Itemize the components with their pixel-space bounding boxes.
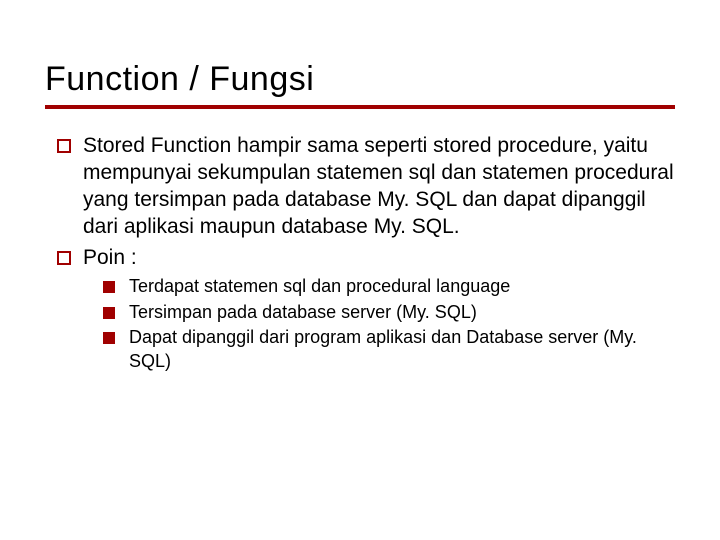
bullet-level2: Dapat dipanggil dari program aplikasi da… [103, 326, 675, 373]
sub-bullet-text: Terdapat statemen sql dan procedural lan… [129, 275, 675, 298]
sub-bullet-group: Terdapat statemen sql dan procedural lan… [57, 275, 675, 373]
sub-bullet-text: Dapat dipanggil dari program aplikasi da… [129, 326, 675, 373]
bullet-text: Stored Function hampir sama seperti stor… [83, 133, 675, 241]
filled-square-bullet-icon [103, 281, 115, 293]
bullet-level1: Stored Function hampir sama seperti stor… [57, 133, 675, 241]
bullet-level1: Poin : [57, 245, 675, 272]
bullet-level2: Tersimpan pada database server (My. SQL) [103, 301, 675, 324]
bullet-text: Poin : [83, 245, 675, 272]
bullet-level2: Terdapat statemen sql dan procedural lan… [103, 275, 675, 298]
title-underline [45, 105, 675, 109]
filled-square-bullet-icon [103, 332, 115, 344]
slide-title: Function / Fungsi [45, 60, 675, 99]
slide-content: Stored Function hampir sama seperti stor… [45, 133, 675, 373]
open-square-bullet-icon [57, 251, 71, 265]
sub-bullet-text: Tersimpan pada database server (My. SQL) [129, 301, 675, 324]
open-square-bullet-icon [57, 139, 71, 153]
filled-square-bullet-icon [103, 307, 115, 319]
